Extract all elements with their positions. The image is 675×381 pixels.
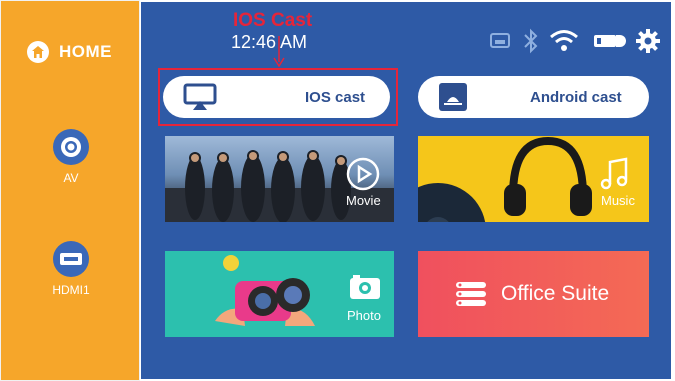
gear-icon[interactable] (635, 28, 661, 59)
music-label: Music (601, 193, 635, 208)
android-cast-icon (438, 82, 468, 117)
clock: 12:46 AM (231, 32, 308, 52)
home-label: HOME (59, 42, 112, 61)
sidebar-item-label: HDMI1 (52, 283, 90, 297)
photo-label: Photo (347, 308, 381, 323)
list-icon (456, 281, 486, 312)
photo-tile[interactable]: Photo (165, 251, 394, 337)
camera-icon (348, 273, 382, 306)
av-icon (53, 129, 89, 165)
annotation-label: IOS Cast (233, 10, 313, 31)
movie-label: Movie (346, 193, 381, 208)
android-cast-button[interactable]: Android cast (418, 76, 649, 118)
highlight-box (158, 68, 398, 126)
music-tile[interactable]: Music (418, 136, 649, 222)
sidebar-item-label: AV (63, 171, 79, 185)
movie-tile[interactable]: Movie (165, 136, 394, 222)
bluetooth-icon (522, 28, 540, 59)
sidebar-item-av[interactable]: AV (1, 129, 141, 185)
sidebar: HOME AV HDMI1 (0, 0, 140, 381)
play-icon (345, 156, 381, 197)
sidebar-item-hdmi1[interactable]: HDMI1 (1, 241, 141, 297)
ethernet-icon (488, 28, 512, 57)
home-icon (27, 41, 49, 63)
wifi-icon (549, 28, 579, 59)
office-suite-tile[interactable]: Office Suite (418, 251, 649, 337)
battery-icon (592, 28, 626, 59)
home-button[interactable]: HOME (27, 41, 112, 63)
music-note-icon (600, 156, 630, 197)
hdmi-icon (53, 241, 89, 277)
android-cast-label: Android cast (530, 89, 622, 106)
office-suite-label: Office Suite (501, 282, 610, 305)
